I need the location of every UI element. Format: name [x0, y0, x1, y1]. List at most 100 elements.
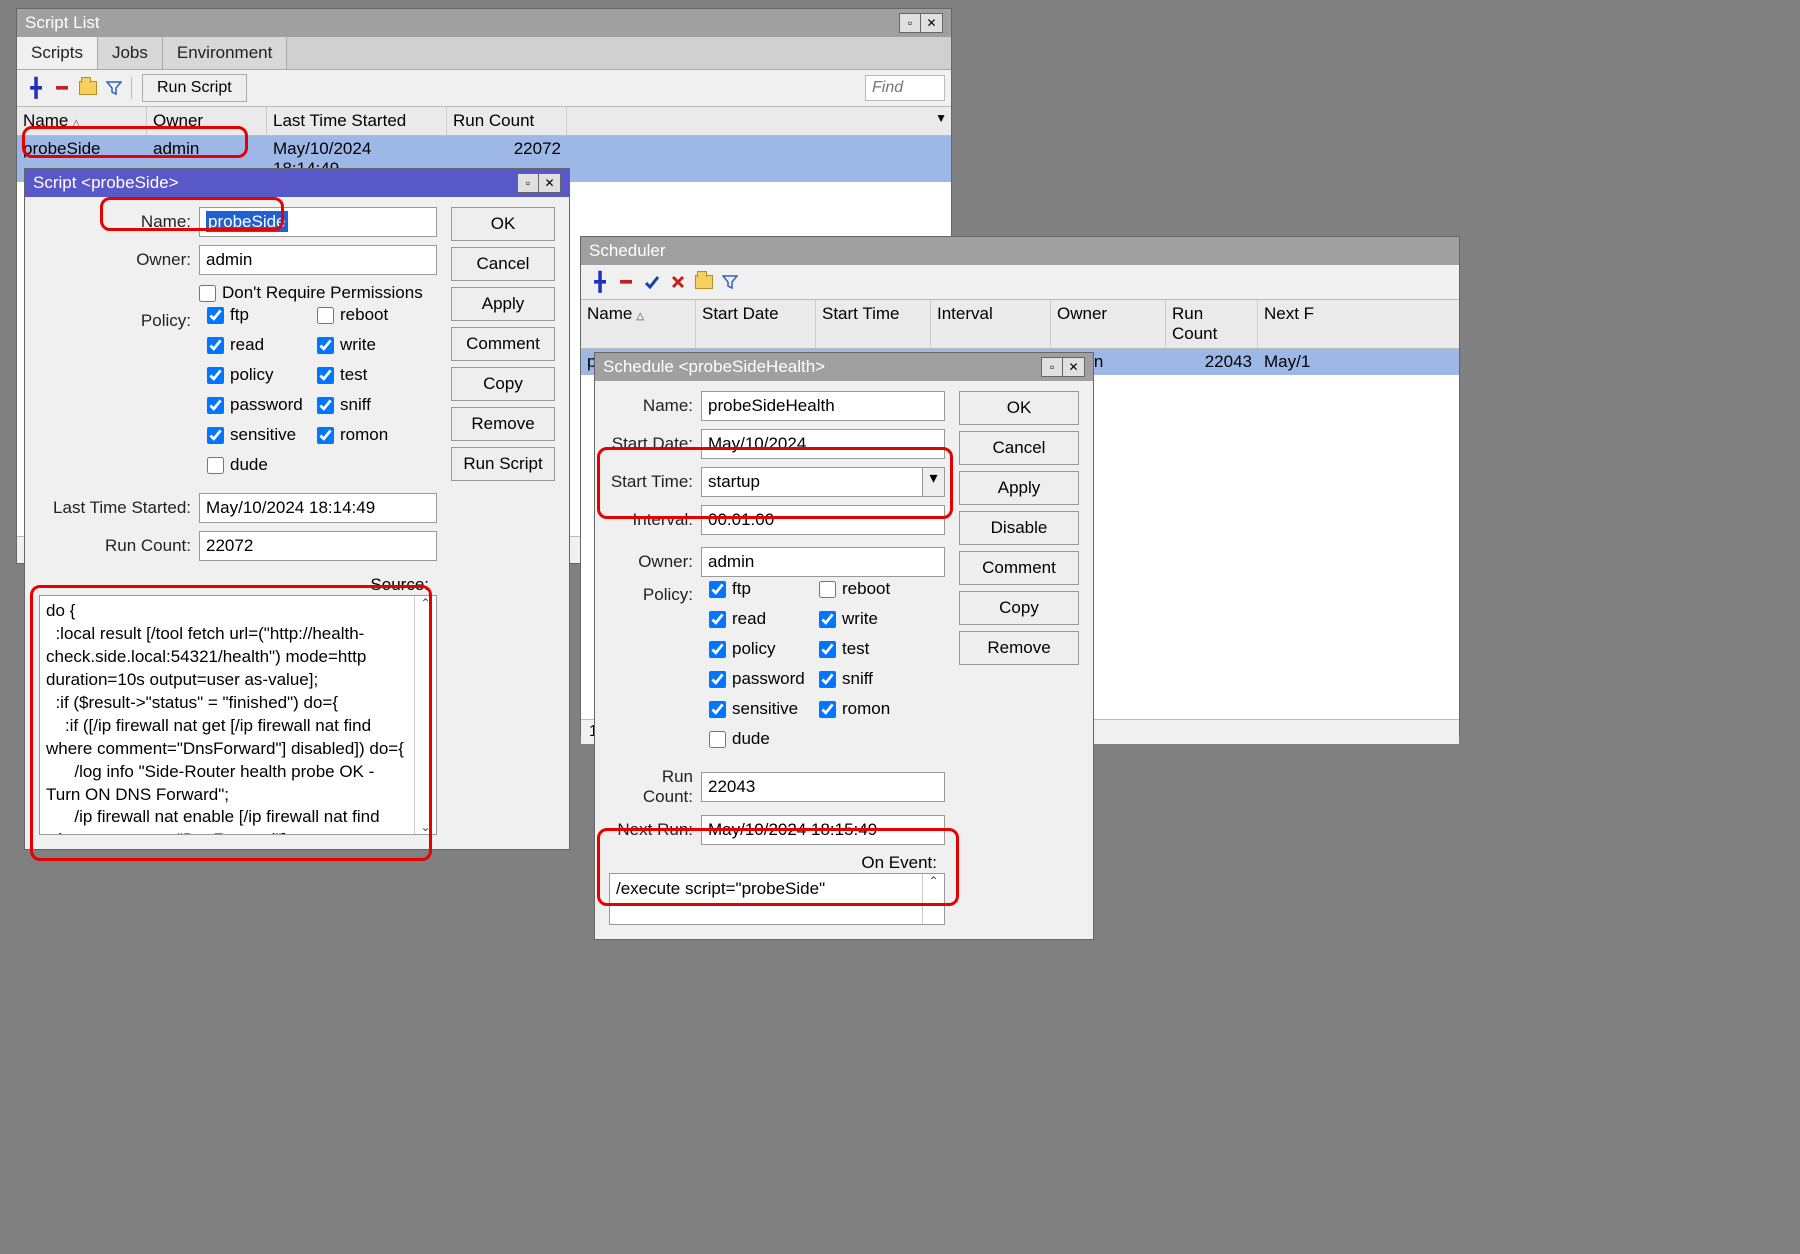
remove-button[interactable]: Remove — [451, 407, 555, 441]
schk-romon[interactable] — [819, 701, 836, 718]
scheduler-titlebar[interactable]: Scheduler — [581, 237, 1459, 265]
comment-button[interactable]: Comment — [959, 551, 1079, 585]
interval-label: Interval: — [609, 510, 701, 530]
run-script-button[interactable]: Run Script — [142, 74, 247, 102]
folder-icon[interactable] — [75, 75, 101, 101]
col-start-date[interactable]: Start Date — [696, 300, 816, 348]
disable-icon[interactable] — [665, 269, 691, 295]
run-count-value: 22072 — [199, 531, 437, 561]
minimize-icon[interactable]: ▫ — [899, 13, 921, 33]
run-count-value: 22043 — [701, 772, 945, 802]
schk-policy[interactable] — [709, 641, 726, 658]
schk-write[interactable] — [819, 611, 836, 628]
scheduler-toolbar: ╋ ━ — [581, 265, 1459, 300]
cancel-button[interactable]: Cancel — [451, 247, 555, 281]
folder-icon[interactable] — [691, 269, 717, 295]
source-textarea[interactable]: do { :local result [/tool fetch url=("ht… — [39, 595, 437, 835]
remove-button[interactable]: Remove — [959, 631, 1079, 665]
script-list-toolbar: ╋ ━ Run Script — [17, 70, 951, 107]
apply-button[interactable]: Apply — [451, 287, 555, 321]
col-last-time[interactable]: Last Time Started — [267, 107, 447, 135]
col-interval[interactable]: Interval — [931, 300, 1051, 348]
chk-test[interactable] — [317, 367, 334, 384]
apply-button[interactable]: Apply — [959, 471, 1079, 505]
col-next[interactable]: Next F — [1258, 300, 1459, 348]
col-name[interactable]: Name△ — [581, 300, 696, 348]
col-run-count[interactable]: Run Count — [1166, 300, 1258, 348]
schedule-dialog-title: Schedule <probeSideHealth> — [603, 353, 1041, 381]
copy-button[interactable]: Copy — [959, 591, 1079, 625]
column-dropdown-icon[interactable]: ▼ — [935, 111, 947, 125]
policy-label: Policy: — [39, 311, 199, 331]
script-list-titlebar[interactable]: Script List ▫ ✕ — [17, 9, 951, 37]
close-icon[interactable]: ✕ — [1063, 357, 1085, 377]
script-dialog-window: Script <probeSide> ▫ ✕ Name: probeSide O… — [24, 168, 570, 850]
owner-input[interactable]: admin — [199, 245, 437, 275]
script-list-title: Script List — [25, 9, 899, 37]
chk-sniff[interactable] — [317, 397, 334, 414]
on-event-textarea[interactable]: /execute script="probeSide" ⌃ — [609, 873, 945, 925]
script-dialog-titlebar[interactable]: Script <probeSide> ▫ ✕ — [25, 169, 569, 197]
col-run-count[interactable]: Run Count — [447, 107, 567, 135]
cancel-button[interactable]: Cancel — [959, 431, 1079, 465]
find-input[interactable] — [865, 75, 945, 101]
filter-icon[interactable] — [101, 75, 127, 101]
dropdown-icon[interactable]: ▾ — [923, 467, 945, 497]
tab-scripts[interactable]: Scripts — [17, 37, 98, 69]
schk-sensitive[interactable] — [709, 701, 726, 718]
minimize-icon[interactable]: ▫ — [1041, 357, 1063, 377]
close-icon[interactable]: ✕ — [921, 13, 943, 33]
remove-icon[interactable]: ━ — [613, 269, 639, 295]
chk-password[interactable] — [207, 397, 224, 414]
comment-button[interactable]: Comment — [451, 327, 555, 361]
dont-require-checkbox[interactable] — [199, 285, 216, 302]
start-date-input[interactable]: May/10/2024 — [701, 429, 945, 459]
chk-sensitive[interactable] — [207, 427, 224, 444]
source-label: Source: — [39, 575, 437, 595]
chk-policy[interactable] — [207, 367, 224, 384]
ok-button[interactable]: OK — [451, 207, 555, 241]
chk-reboot[interactable] — [317, 307, 334, 324]
disable-button[interactable]: Disable — [959, 511, 1079, 545]
script-dialog-body: Name: probeSide Owner: admin Don't Requi… — [25, 197, 569, 849]
owner-label: Owner: — [609, 552, 701, 572]
owner-input[interactable]: admin — [701, 547, 945, 577]
add-icon[interactable]: ╋ — [23, 75, 49, 101]
ok-button[interactable]: OK — [959, 391, 1079, 425]
scrollbar[interactable]: ⌃⌄ — [414, 596, 436, 834]
minimize-icon[interactable]: ▫ — [517, 173, 539, 193]
schedule-dialog-window: Schedule <probeSideHealth> ▫ ✕ Name:prob… — [594, 352, 1094, 940]
schk-password[interactable] — [709, 671, 726, 688]
chk-dude[interactable] — [207, 457, 224, 474]
chk-read[interactable] — [207, 337, 224, 354]
schk-dude[interactable] — [709, 731, 726, 748]
tab-environment[interactable]: Environment — [163, 37, 287, 69]
schk-ftp[interactable] — [709, 581, 726, 598]
schk-read[interactable] — [709, 611, 726, 628]
chk-write[interactable] — [317, 337, 334, 354]
name-input[interactable]: probeSide — [199, 207, 437, 237]
tab-jobs[interactable]: Jobs — [98, 37, 163, 69]
filter-icon[interactable] — [717, 269, 743, 295]
schedule-dialog-titlebar[interactable]: Schedule <probeSideHealth> ▫ ✕ — [595, 353, 1093, 381]
scrollbar[interactable]: ⌃ — [922, 874, 944, 924]
col-name[interactable]: Name△ — [17, 107, 147, 135]
copy-button[interactable]: Copy — [451, 367, 555, 401]
schedule-dialog-body: Name:probeSideHealth Start Date:May/10/2… — [595, 381, 1093, 939]
interval-input[interactable]: 00:01:00 — [701, 505, 945, 535]
start-time-input[interactable]: startup — [701, 467, 923, 497]
col-start-time[interactable]: Start Time — [816, 300, 931, 348]
add-icon[interactable]: ╋ — [587, 269, 613, 295]
remove-icon[interactable]: ━ — [49, 75, 75, 101]
close-icon[interactable]: ✕ — [539, 173, 561, 193]
chk-ftp[interactable] — [207, 307, 224, 324]
schk-reboot[interactable] — [819, 581, 836, 598]
run-script-button[interactable]: Run Script — [451, 447, 555, 481]
enable-icon[interactable] — [639, 269, 665, 295]
col-owner[interactable]: Owner — [147, 107, 267, 135]
name-input[interactable]: probeSideHealth — [701, 391, 945, 421]
chk-romon[interactable] — [317, 427, 334, 444]
col-owner[interactable]: Owner — [1051, 300, 1166, 348]
schk-test[interactable] — [819, 641, 836, 658]
schk-sniff[interactable] — [819, 671, 836, 688]
